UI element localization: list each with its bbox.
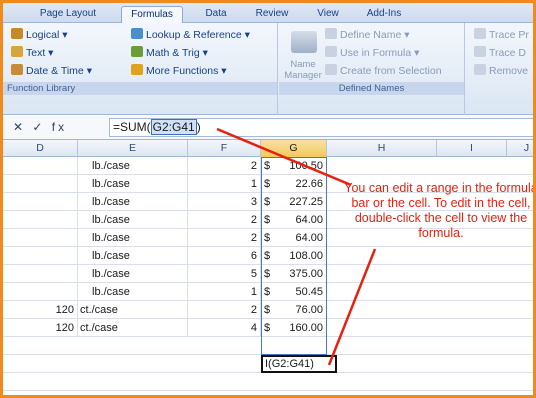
formula-auditing-group: Trace Pr Trace D Remove <box>466 23 533 115</box>
function-library-group: Logical ▾ Text ▾ Date & Time ▾ Lookup & … <box>3 23 278 115</box>
cell-f[interactable]: 2 <box>188 157 261 175</box>
defined-names-group: Name Manager Define Name ▾ Use in Formul… <box>279 23 465 115</box>
cell-d[interactable] <box>3 175 78 193</box>
cell-d[interactable] <box>3 211 78 229</box>
formula-bar-controls[interactable]: ✕ ✓ fx <box>13 120 67 134</box>
use-in-formula-button[interactable]: Use in Formula ▾ <box>325 45 419 61</box>
formula-bar: ✕ ✓ fx =SUM(G2:G41) <box>3 116 533 140</box>
trace-dependents-button[interactable]: Trace D <box>474 45 526 61</box>
cell-d[interactable]: 120 <box>3 319 78 337</box>
define-name-button[interactable]: Define Name ▾ <box>325 27 409 43</box>
cell-e[interactable]: ct./case <box>78 319 188 337</box>
cell-e[interactable]: lb./case <box>78 265 188 283</box>
remove-arrows-button[interactable]: Remove <box>474 63 528 79</box>
lookup-icon <box>131 28 143 39</box>
logical-button[interactable]: Logical ▾ <box>11 27 67 43</box>
cell-f[interactable]: 1 <box>188 283 261 301</box>
column-header-h[interactable]: H <box>327 140 437 157</box>
tab-view[interactable]: View <box>313 6 343 23</box>
tab-add-ins[interactable]: Add-Ins <box>361 6 407 23</box>
column-header-d[interactable]: D <box>3 140 78 157</box>
name-manager-button[interactable]: Name Manager <box>283 59 323 83</box>
cell-f[interactable]: 1 <box>188 175 261 193</box>
formula-range-reference[interactable]: G2:G41 <box>150 119 197 135</box>
trace-dependents-icon <box>474 46 486 57</box>
more-functions-button[interactable]: More Functions ▾ <box>131 63 227 79</box>
cell-d[interactable] <box>3 229 78 247</box>
cell-f[interactable]: 4 <box>188 319 261 337</box>
cell-e[interactable]: ct./case <box>78 301 188 319</box>
trace-precedents-icon <box>474 28 486 39</box>
selected-range-outline <box>261 157 327 355</box>
formula-prefix: =SUM( <box>113 120 151 134</box>
cell-e[interactable]: lb./case <box>78 247 188 265</box>
tab-data[interactable]: Data <box>199 6 233 23</box>
text-icon <box>11 46 23 57</box>
cell-d[interactable] <box>3 283 78 301</box>
cell-f[interactable]: 5 <box>188 265 261 283</box>
define-name-icon <box>325 28 337 39</box>
date-time-button[interactable]: Date & Time ▾ <box>11 63 92 79</box>
column-header-e[interactable]: E <box>78 140 188 157</box>
cell-e[interactable]: lb./case <box>78 193 188 211</box>
cell-d[interactable] <box>3 265 78 283</box>
cell-d[interactable]: 120 <box>3 301 78 319</box>
cell-f[interactable]: 2 <box>188 301 261 319</box>
cell-f[interactable]: 2 <box>188 229 261 247</box>
logical-icon <box>11 28 23 39</box>
cell-f[interactable]: 6 <box>188 247 261 265</box>
cell-f[interactable]: 3 <box>188 193 261 211</box>
tab-page-layout[interactable]: Page Layout <box>33 6 103 23</box>
cell-e[interactable]: lb./case <box>78 229 188 247</box>
tab-review[interactable]: Review <box>251 6 293 23</box>
column-header-bar: D E F G H I J <box>3 140 533 157</box>
more-functions-icon <box>131 64 143 75</box>
formula-input[interactable]: =SUM(G2:G41) <box>109 118 533 137</box>
cell-d[interactable] <box>3 247 78 265</box>
annotation-callout: You can edit a range in the formula bar … <box>344 181 536 240</box>
cell-d[interactable] <box>3 193 78 211</box>
math-icon <box>131 46 143 57</box>
cell-e[interactable]: lb./case <box>78 157 188 175</box>
function-library-label: Function Library <box>3 82 277 95</box>
math-trig-button[interactable]: Math & Trig ▾ <box>131 45 208 61</box>
cell-f[interactable]: 2 <box>188 211 261 229</box>
formula-suffix: ) <box>196 120 201 134</box>
cell-e[interactable]: lb./case <box>78 211 188 229</box>
column-header-f[interactable]: F <box>188 140 261 157</box>
table-row <box>3 373 533 391</box>
text-button[interactable]: Text ▾ <box>11 45 53 61</box>
cell-e[interactable]: lb./case <box>78 175 188 193</box>
trace-precedents-button[interactable]: Trace Pr <box>474 27 529 43</box>
name-manager-icon <box>291 31 317 53</box>
ribbon: Logical ▾ Text ▾ Date & Time ▾ Lookup & … <box>3 23 533 115</box>
create-from-selection-icon <box>325 64 337 75</box>
lookup-reference-button[interactable]: Lookup & Reference ▾ <box>131 27 250 43</box>
cell-in-edit-mode[interactable]: I(G2:G41) <box>261 355 337 373</box>
cell-d[interactable] <box>3 157 78 175</box>
cell-e[interactable]: lb./case <box>78 283 188 301</box>
create-from-selection-button[interactable]: Create from Selection <box>325 63 442 79</box>
column-header-g[interactable]: G <box>261 140 327 157</box>
column-header-i[interactable]: I <box>437 140 507 157</box>
tab-formulas[interactable]: Formulas <box>121 6 183 23</box>
defined-names-label: Defined Names <box>279 82 464 95</box>
remove-arrows-icon <box>474 64 486 75</box>
calendar-icon <box>11 64 23 75</box>
use-in-formula-icon <box>325 46 337 57</box>
ribbon-tab-bar: Page Layout Formulas Data Review View Ad… <box>3 3 533 23</box>
column-header-j[interactable]: J <box>507 140 533 157</box>
screenshot-frame: Page Layout Formulas Data Review View Ad… <box>0 0 536 398</box>
